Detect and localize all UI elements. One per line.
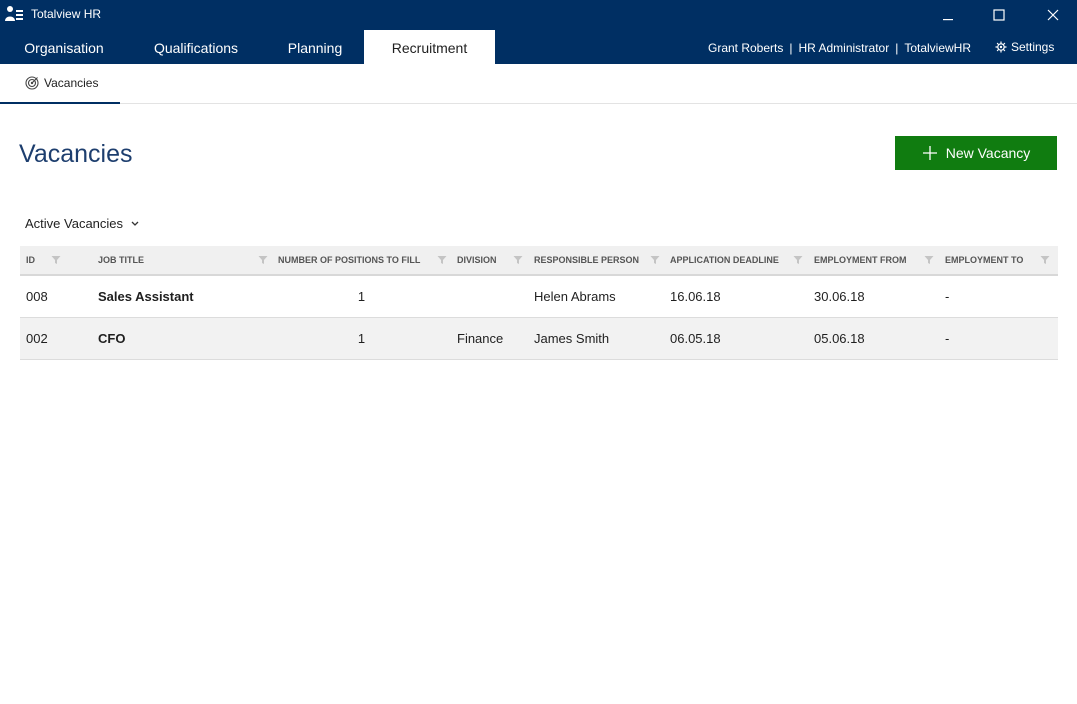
column-header-application-deadline[interactable]: Application Deadline: [670, 246, 779, 274]
sub-nav: Vacancies: [0, 64, 1077, 104]
settings-button[interactable]: Settings: [995, 30, 1054, 64]
close-icon: [1047, 9, 1059, 21]
filter-icon[interactable]: [51, 255, 61, 265]
cell-employment-to: -: [945, 289, 950, 304]
minimize-icon: [943, 19, 953, 21]
maximize-icon: [993, 9, 1005, 21]
cell-employment-from: 30.06.18: [814, 289, 865, 304]
maximize-button[interactable]: [976, 0, 1022, 30]
cell-id: 002: [26, 331, 48, 346]
title-bar: Totalview HR: [0, 0, 1077, 30]
page-title: Vacancies: [19, 140, 133, 168]
settings-label: Settings: [1011, 40, 1055, 54]
target-icon: [25, 76, 39, 90]
plus-icon: [922, 146, 937, 160]
cell-job-title[interactable]: CFO: [98, 318, 125, 360]
new-vacancy-button[interactable]: New Vacancy: [895, 136, 1057, 170]
column-header-employment-to[interactable]: Employment To: [945, 246, 1023, 274]
cell-responsible-person: Helen Abrams: [534, 289, 616, 304]
cell-responsible-person: James Smith: [534, 331, 610, 346]
cell-division: Finance: [457, 331, 504, 346]
column-header-responsible-person[interactable]: Responsible Person: [534, 246, 639, 274]
tab-planning[interactable]: Planning: [268, 30, 362, 64]
subtab-vacancies[interactable]: Vacancies: [0, 64, 120, 104]
table-header: ID Job Title Number of Positions to Fill…: [20, 246, 1058, 276]
cell-id: 008: [26, 289, 48, 304]
filter-label: Active Vacancies: [25, 216, 124, 231]
cell-application-deadline: 16.06.18: [670, 289, 721, 304]
minimize-button[interactable]: [925, 0, 971, 30]
close-button[interactable]: [1030, 0, 1076, 30]
cell-positions: 1: [357, 331, 366, 346]
user-role: HR Administrator: [798, 41, 890, 55]
filter-icon[interactable]: [437, 255, 447, 265]
table-row[interactable]: 002 CFO 1 Finance James Smith 06.05.18 0…: [20, 318, 1058, 360]
app-header: Totalview HR Organisation Qualifications…: [0, 0, 1077, 64]
filter-icon[interactable]: [1040, 255, 1050, 265]
cell-job-title[interactable]: Sales Assistant: [98, 276, 194, 318]
tab-qualifications[interactable]: Qualifications: [136, 30, 256, 64]
table-row[interactable]: 008 Sales Assistant 1 Helen Abrams 16.06…: [20, 276, 1058, 318]
user-info: Grant Roberts | HR Administrator | Totalview…: [708, 30, 971, 64]
filter-icon[interactable]: [924, 255, 934, 265]
filter-icon[interactable]: [793, 255, 803, 265]
column-header-job-title[interactable]: Job Title: [98, 246, 144, 274]
filter-icon[interactable]: [513, 255, 523, 265]
cell-employment-to: -: [945, 331, 950, 346]
separator: |: [895, 41, 899, 55]
app-logo-icon: [5, 6, 23, 21]
filter-icon[interactable]: [258, 255, 268, 265]
cell-positions: 1: [357, 289, 366, 304]
column-header-id[interactable]: ID: [26, 246, 35, 274]
cell-employment-from: 05.06.18: [814, 331, 865, 346]
column-header-employment-from[interactable]: Employment From: [814, 246, 907, 274]
column-header-positions[interactable]: Number of Positions to Fill: [278, 246, 420, 274]
filter-icon[interactable]: [650, 255, 660, 265]
new-vacancy-label: New Vacancy: [945, 145, 1031, 161]
vacancy-filter-dropdown[interactable]: Active Vacancies: [25, 216, 139, 231]
gear-icon: [995, 41, 1007, 53]
tab-organisation[interactable]: Organisation: [0, 30, 128, 64]
subtab-label: Vacancies: [44, 76, 99, 90]
separator: |: [789, 41, 793, 55]
vacancies-table: ID Job Title Number of Positions to Fill…: [20, 246, 1058, 360]
cell-application-deadline: 06.05.18: [670, 331, 721, 346]
app-title: Totalview HR: [31, 7, 102, 21]
main-nav: Organisation Qualifications Planning Rec…: [0, 30, 1077, 64]
chevron-down-icon: [131, 221, 139, 226]
tab-recruitment[interactable]: Recruitment: [364, 30, 495, 64]
column-header-division[interactable]: Division: [457, 246, 497, 274]
company-name: TotalviewHR: [904, 41, 972, 55]
user-name[interactable]: Grant Roberts: [708, 41, 783, 55]
